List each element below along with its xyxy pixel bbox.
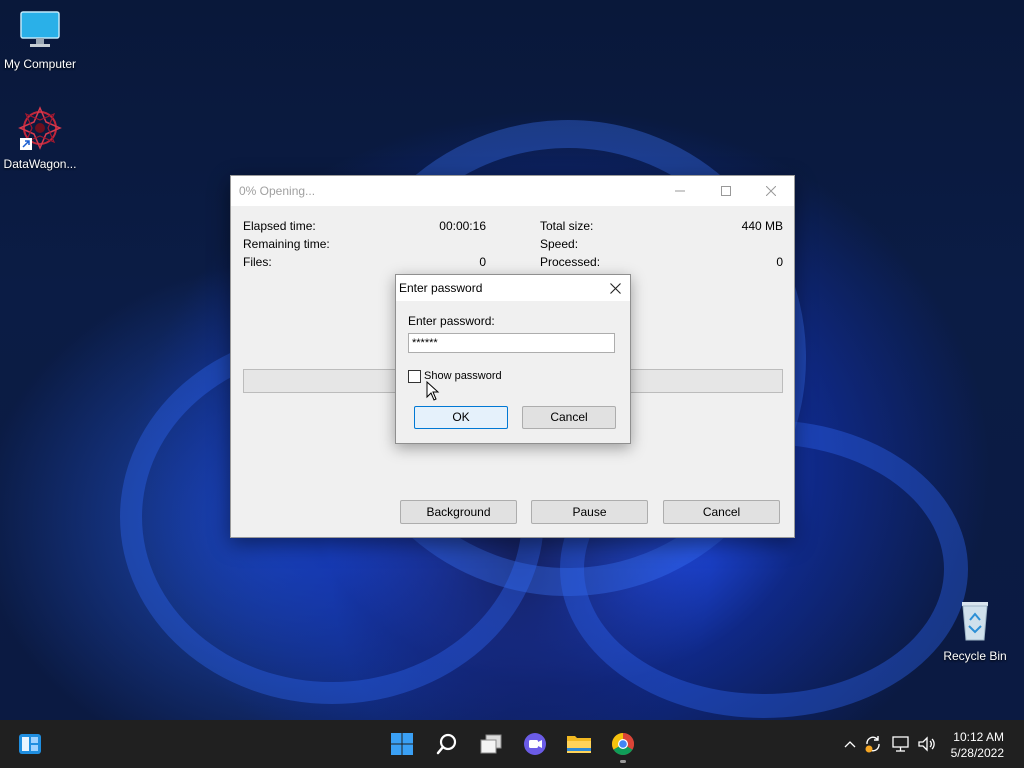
- desktop-icon-label: DataWagon...: [3, 157, 77, 171]
- maximize-button[interactable]: [703, 176, 749, 206]
- total-size-value: 440 MB: [741, 219, 783, 233]
- remaining-time-label: Remaining time:: [243, 237, 330, 251]
- dialog-title-bar[interactable]: Enter password: [396, 275, 630, 301]
- file-explorer-icon: [567, 736, 591, 753]
- dialog-close-button[interactable]: [600, 275, 630, 301]
- desktop-icon-recycle-bin[interactable]: Recycle Bin: [935, 598, 1015, 663]
- file-explorer-button[interactable]: [566, 731, 592, 757]
- show-hidden-icons-button[interactable]: [842, 731, 858, 757]
- teams-chat-icon: [524, 733, 546, 755]
- desktop-icon-datawagon[interactable]: DataWagon...: [0, 106, 80, 171]
- maximize-icon: [721, 186, 731, 196]
- teams-chat-button[interactable]: [522, 731, 548, 757]
- network-tray-button[interactable]: [890, 731, 912, 757]
- speed-label: Speed:: [540, 237, 579, 251]
- files-label: Files:: [243, 255, 272, 269]
- cancel-button[interactable]: Cancel: [663, 500, 780, 524]
- dialog-cancel-button[interactable]: Cancel: [522, 406, 616, 429]
- desktop-icon-label: Recycle Bin: [943, 649, 1007, 663]
- chrome-button[interactable]: [610, 731, 636, 763]
- password-field-label: Enter password:: [408, 314, 495, 328]
- taskbar: 10:12 AM 5/28/2022: [0, 720, 1024, 768]
- close-icon: [609, 282, 621, 294]
- show-password-checkbox[interactable]: [408, 370, 421, 383]
- start-icon: [391, 733, 413, 755]
- background-button[interactable]: Background: [400, 500, 517, 524]
- chevron-up-icon: [844, 741, 856, 748]
- desktop-icon-my-computer[interactable]: My Computer: [0, 10, 80, 71]
- sync-icon: [865, 736, 880, 753]
- clock-time: 10:12 AM: [953, 730, 1004, 744]
- widgets-icon: [19, 734, 41, 754]
- monitor-icon: [20, 11, 60, 47]
- minimize-button[interactable]: [657, 176, 703, 206]
- search-icon: [436, 733, 457, 755]
- password-input[interactable]: ******: [408, 333, 615, 353]
- widgets-button[interactable]: [17, 731, 43, 757]
- recycle-bin-icon: [962, 602, 988, 641]
- total-size-label: Total size:: [540, 219, 594, 233]
- volume-tray-button[interactable]: [916, 731, 938, 757]
- window-title: 0% Opening...: [239, 184, 316, 198]
- mouse-pointer-icon: [426, 381, 440, 401]
- desktop-icon-label: My Computer: [3, 57, 77, 71]
- datawagon-logo-icon: [18, 106, 62, 150]
- taskbar-clock[interactable]: 10:12 AM 5/28/2022: [951, 729, 1004, 761]
- password-dialog: Enter password Enter password: ****** Sh…: [395, 274, 631, 444]
- network-icon: [892, 736, 909, 752]
- start-button[interactable]: [389, 731, 415, 757]
- volume-icon: [918, 736, 935, 752]
- search-button[interactable]: [434, 731, 460, 757]
- task-view-button[interactable]: [478, 731, 504, 757]
- minimize-icon: [675, 190, 685, 192]
- chrome-icon: [612, 733, 634, 755]
- ok-button[interactable]: OK: [414, 406, 508, 429]
- elapsed-time-value: 00:00:16: [439, 219, 486, 233]
- files-value: 0: [479, 255, 486, 269]
- dialog-title: Enter password: [399, 281, 483, 295]
- close-icon: [766, 186, 776, 196]
- task-view-icon: [480, 734, 502, 754]
- elapsed-time-label: Elapsed time:: [243, 219, 316, 233]
- pause-button[interactable]: Pause: [531, 500, 648, 524]
- processed-value: 0: [776, 255, 783, 269]
- processed-label: Processed:: [540, 255, 601, 269]
- update-tray-button[interactable]: [862, 731, 884, 757]
- close-button[interactable]: [748, 176, 794, 206]
- window-title-bar[interactable]: 0% Opening...: [231, 176, 794, 206]
- running-indicator: [620, 760, 626, 763]
- clock-date: 5/28/2022: [950, 746, 1004, 760]
